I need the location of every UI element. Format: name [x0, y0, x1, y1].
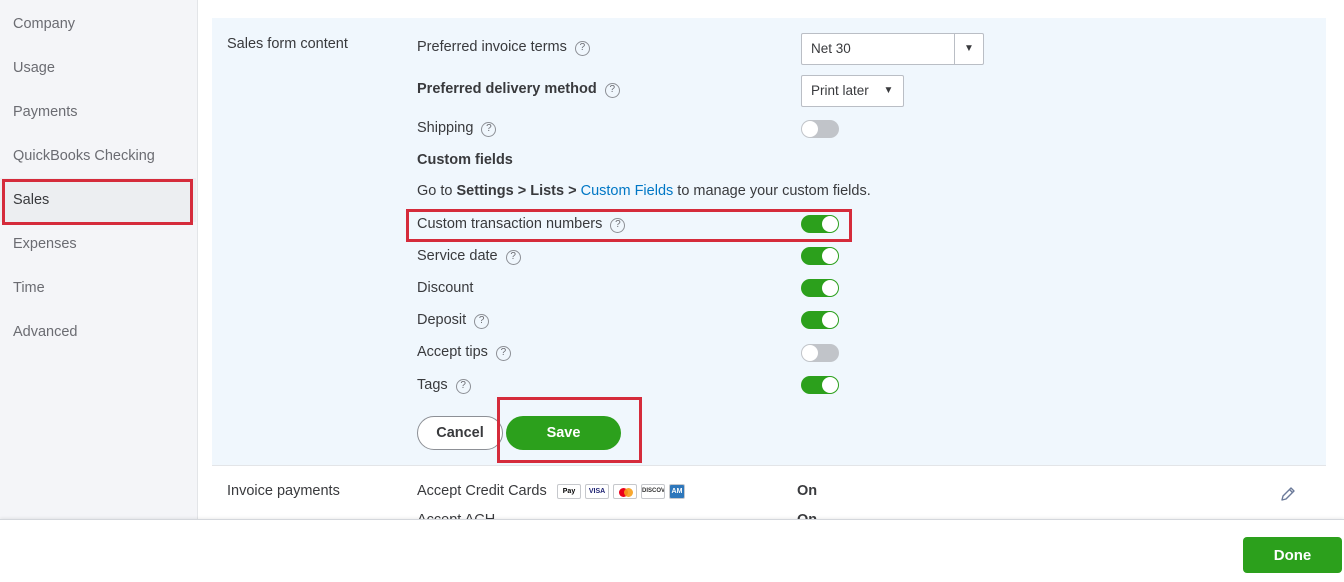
custom-fields-suffix: to manage your custom fields.	[673, 183, 871, 199]
sales-form-content-section	[212, 18, 1326, 465]
help-icon[interactable]: ?	[604, 83, 620, 98]
tags-row: Tags?	[417, 377, 471, 394]
done-button[interactable]: Done	[1243, 537, 1342, 573]
settings-sidebar: Company Usage Payments QuickBooks Checki…	[0, 0, 198, 520]
accept-tips-toggle[interactable]	[801, 344, 839, 362]
shipping-toggle[interactable]	[801, 120, 839, 138]
settings-footer: Done	[0, 519, 1344, 582]
section-title-invoice-payments: Invoice payments	[227, 483, 340, 499]
discount-label: Discount	[417, 280, 474, 296]
tags-toggle[interactable]	[801, 376, 839, 394]
custom-transaction-numbers-row: Custom transaction numbers?	[417, 216, 626, 233]
dropdown-caret-icon: ▼	[883, 85, 894, 96]
sidebar-item-time[interactable]: Time	[0, 266, 196, 310]
custom-fields-path: Settings > Lists >	[456, 183, 581, 199]
help-icon[interactable]: ?	[505, 250, 521, 265]
discount-row: Discount	[417, 280, 473, 296]
accept-tips-label: Accept tips	[417, 344, 488, 360]
delivery-method-label: Preferred delivery method	[417, 81, 597, 97]
invoice-terms-label: Preferred invoice terms	[417, 39, 567, 55]
shipping-row: Shipping?	[417, 120, 497, 137]
accept-credit-cards-label: Accept Credit Cards	[417, 483, 547, 499]
apple-pay-icon: Pay	[557, 484, 581, 499]
invoice-terms-value: Net 30	[811, 41, 851, 56]
custom-transaction-numbers-toggle[interactable]	[801, 215, 839, 233]
amex-icon: AM	[669, 484, 685, 499]
deposit-toggle[interactable]	[801, 311, 839, 329]
cancel-button[interactable]: Cancel	[417, 416, 503, 450]
pencil-edit-icon[interactable]	[1278, 484, 1298, 504]
settings-main: Sales form content Preferred invoice ter…	[198, 0, 1344, 520]
delivery-method-value: Print later	[811, 83, 869, 98]
sidebar-item-quickbooks-checking[interactable]: QuickBooks Checking	[0, 134, 196, 178]
service-date-row: Service date?	[417, 248, 521, 265]
help-icon[interactable]: ?	[481, 122, 497, 137]
section-divider	[212, 465, 1326, 466]
sidebar-item-usage[interactable]: Usage	[0, 46, 196, 90]
sidebar-item-expenses[interactable]: Expenses	[0, 222, 196, 266]
accept-tips-row: Accept tips?	[417, 344, 511, 361]
dropdown-caret-icon: ▼	[954, 34, 983, 64]
invoice-terms-select[interactable]: Net 30 ▼	[801, 33, 984, 65]
custom-fields-prefix: Go to	[417, 183, 457, 199]
sidebar-item-sales[interactable]: Sales	[0, 178, 196, 222]
service-date-label: Service date	[417, 248, 498, 264]
help-icon[interactable]: ?	[455, 379, 471, 394]
mastercard-icon	[613, 484, 637, 499]
custom-fields-heading: Custom fields	[417, 152, 513, 168]
help-icon[interactable]: ?	[474, 314, 490, 329]
deposit-row: Deposit?	[417, 312, 490, 329]
sidebar-item-advanced[interactable]: Advanced	[0, 310, 196, 354]
deposit-label: Deposit	[417, 312, 467, 328]
shipping-label: Shipping	[417, 120, 474, 136]
custom-fields-link[interactable]: Custom Fields	[581, 183, 674, 199]
card-icons: Pay VISA DISCOVER AM	[557, 484, 689, 500]
invoice-terms-row: Preferred invoice terms?	[417, 39, 590, 56]
custom-transaction-numbers-label: Custom transaction numbers	[417, 216, 603, 232]
save-button[interactable]: Save	[506, 416, 621, 450]
section-title-sales-form-content: Sales form content	[227, 36, 348, 52]
service-date-toggle[interactable]	[801, 247, 839, 265]
accept-credit-cards-status: On	[797, 483, 818, 499]
tags-label: Tags	[417, 377, 448, 393]
sidebar-item-company[interactable]: Company	[0, 2, 196, 46]
delivery-method-row: Preferred delivery method?	[417, 81, 620, 98]
help-icon[interactable]: ?	[610, 218, 626, 233]
visa-icon: VISA	[585, 484, 609, 499]
discount-toggle[interactable]	[801, 279, 839, 297]
custom-fields-instructions: Go to Settings > Lists > Custom Fields t…	[417, 183, 871, 199]
delivery-method-select[interactable]: Print later ▼	[801, 75, 904, 107]
discover-icon: DISCOVER	[641, 484, 665, 499]
help-icon[interactable]: ?	[574, 41, 590, 56]
help-icon[interactable]: ?	[495, 346, 511, 361]
sidebar-item-payments[interactable]: Payments	[0, 90, 196, 134]
